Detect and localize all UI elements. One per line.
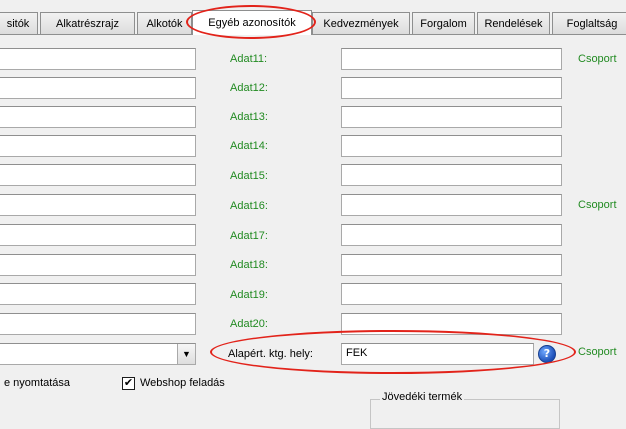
left-field-2[interactable] xyxy=(0,77,196,99)
tab-alkotok[interactable]: Alkotók xyxy=(137,12,192,34)
adat12-input[interactable] xyxy=(341,77,562,99)
left-field-5[interactable] xyxy=(0,164,196,186)
tab-kedvezmenyek[interactable]: Kedvezmények xyxy=(312,12,410,34)
adat13-input[interactable] xyxy=(341,106,562,128)
label-adat18: Adat18: xyxy=(230,259,268,271)
csoport-label-3: Csoport xyxy=(578,346,617,358)
cost-center-label: Alapért. ktg. hely: xyxy=(228,348,313,360)
left-field-3[interactable] xyxy=(0,106,196,128)
left-field-7[interactable] xyxy=(0,224,196,246)
label-adat15: Adat15: xyxy=(230,170,268,182)
left-field-9[interactable] xyxy=(0,283,196,305)
adat18-input[interactable] xyxy=(341,254,562,276)
left-field-4[interactable] xyxy=(0,135,196,157)
jovedeki-groupbox-title: Jövedéki termék xyxy=(380,391,465,403)
print-label: e nyomtatása xyxy=(4,377,71,389)
help-icon[interactable]: ? xyxy=(538,345,556,363)
adat14-input[interactable] xyxy=(341,135,562,157)
adat15-input[interactable] xyxy=(341,164,562,186)
webshop-label: Webshop feladás xyxy=(140,377,225,389)
left-field-6[interactable] xyxy=(0,194,196,216)
label-adat16: Adat16: xyxy=(230,200,268,212)
adat17-input[interactable] xyxy=(341,224,562,246)
tab-foglaltsag[interactable]: Foglaltság xyxy=(552,12,626,34)
csoport-label-1: Csoport xyxy=(578,53,617,65)
adat16-input[interactable] xyxy=(341,194,562,216)
label-adat20: Adat20: xyxy=(230,318,268,330)
label-adat11: Adat11: xyxy=(230,53,268,65)
adat11-input[interactable] xyxy=(341,48,562,70)
left-combo[interactable]: ▼ xyxy=(0,343,196,365)
webshop-checkbox[interactable]: ✔ xyxy=(122,377,135,390)
chevron-down-icon[interactable]: ▼ xyxy=(177,344,195,364)
tab-alkatreszrajz[interactable]: Alkatrészrajz xyxy=(40,12,135,34)
label-adat17: Adat17: xyxy=(230,230,268,242)
cost-center-value: FEK xyxy=(346,347,368,359)
csoport-label-2: Csoport xyxy=(578,199,617,211)
cost-center-input[interactable]: FEK xyxy=(341,343,534,365)
tab-egyeb-azonositok[interactable]: Egyéb azonosítók xyxy=(192,10,312,35)
left-field-10[interactable] xyxy=(0,313,196,335)
adat19-input[interactable] xyxy=(341,283,562,305)
tab-forgalom[interactable]: Forgalom xyxy=(412,12,475,34)
label-adat12: Adat12: xyxy=(230,82,268,94)
tab-rendelesek[interactable]: Rendelések xyxy=(477,12,550,34)
left-field-8[interactable] xyxy=(0,254,196,276)
tab-strip: sitók Alkatrészrajz Alkotók Egyéb azonos… xyxy=(0,0,626,35)
tab-azonositok[interactable]: sitók xyxy=(0,12,38,34)
label-adat14: Adat14: xyxy=(230,140,268,152)
label-adat19: Adat19: xyxy=(230,289,268,301)
left-field-1[interactable] xyxy=(0,48,196,70)
adat20-input[interactable] xyxy=(341,313,562,335)
label-adat13: Adat13: xyxy=(230,111,268,123)
jovedeki-groupbox xyxy=(370,399,560,429)
